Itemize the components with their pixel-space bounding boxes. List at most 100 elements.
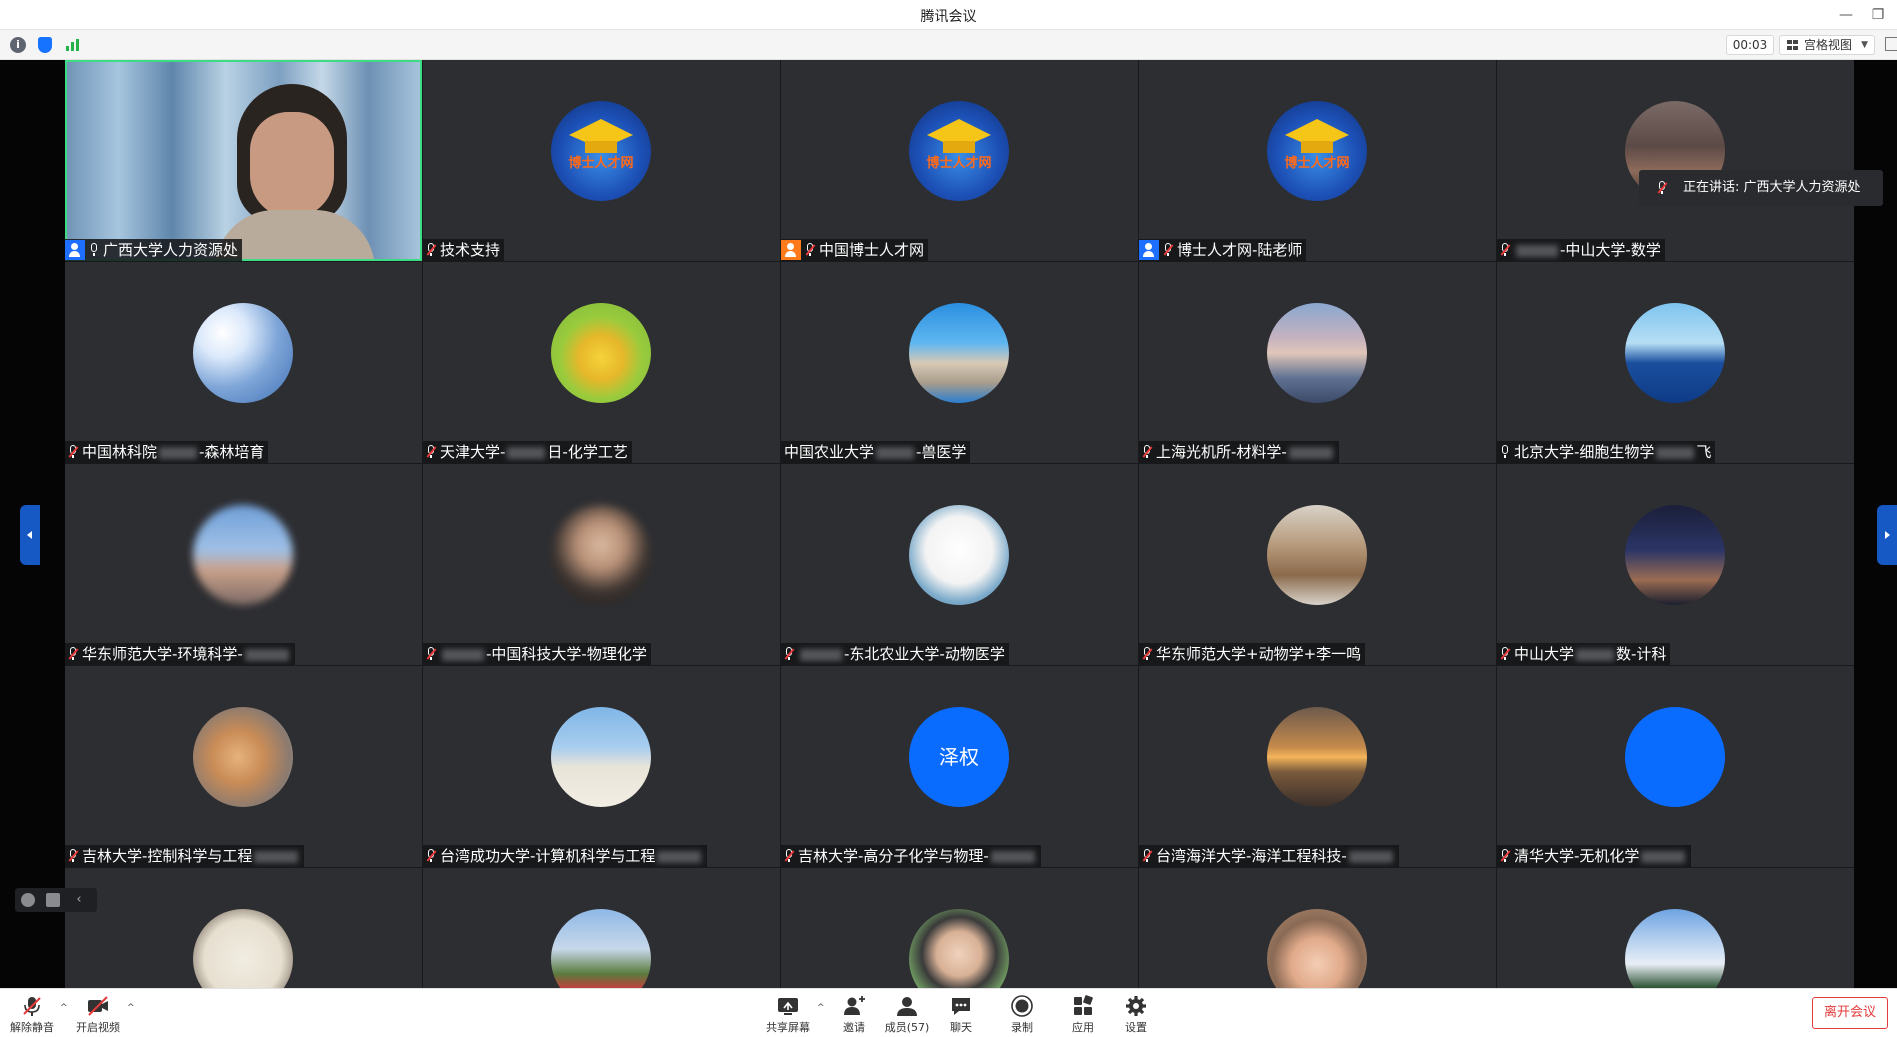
redacted-text [657,850,702,863]
participant-name-tag: 技术支持 [423,239,505,261]
meeting-info-bar: i 00:03 宫格视图 ▼ [0,30,1897,60]
mountain-photo-avatar [1625,909,1725,988]
cloud-sky-photo-avatar [193,303,293,403]
participant-tile[interactable]: 华东师范大学+动物学+李一鸣 [1139,464,1496,665]
share-screen-label: 共享屏幕 [766,1021,810,1034]
baby-photo-avatar [1267,909,1367,988]
unmute-label: 解除静音 [10,1021,54,1034]
record-button[interactable]: 录制 [995,989,1049,1037]
participant-name-tag: 中国博士人才网 [781,239,929,261]
apps-icon [1074,995,1093,1015]
participant-tile[interactable]: 台湾海洋大学-海洋工程科技- [1139,666,1496,867]
share-screen-button[interactable]: 共享屏幕 [761,989,815,1037]
participant-name-suffix: -森林培育 [199,443,265,461]
share-screen-icon [778,998,798,1015]
participant-name-tag: 北京大学-细胞生物学 飞 [1497,441,1716,463]
doctor-talent-logo-avatar: 博士人才网 [909,101,1009,201]
participant-name: 台湾海洋大学-海洋工程科技- [1156,847,1347,865]
participant-tile[interactable]: 广西大学人力资源处 [65,60,422,261]
participant-name-suffix: 数-计科 [1616,645,1667,663]
redacted-text [1288,446,1333,459]
redacted-text [800,648,842,661]
participant-name-tag: 中国林科院 -森林培育 [65,441,269,463]
participant-tile[interactable] [65,868,422,988]
balance-stone-photo-avatar [909,303,1009,403]
participant-tile[interactable]: 上海光机所-材料学- [1139,262,1496,463]
participant-tile[interactable]: 泽权吉林大学-高分子化学与物理- [781,666,1138,867]
participant-tile[interactable]: 北京大学-细胞生物学 飞 [1497,262,1854,463]
participant-tile[interactable]: 中山大学 数-计科 [1497,464,1854,665]
video-options-chevron-icon[interactable]: ^ [127,1003,137,1013]
view-mode-dropdown[interactable]: 宫格视图 ▼ [1779,35,1875,55]
participant-name: 吉林大学-高分子化学与物理- [798,847,989,865]
svg-text:博士人才网: 博士人才网 [1284,155,1349,171]
avatar-initials: 泽权 [939,745,979,769]
participant-name-tag: 天津大学- 日-化学工艺 [423,441,632,463]
participant-tile[interactable]: 中国林科院 -森林培育 [65,262,422,463]
participant-tile[interactable]: 博士人才网 技术支持 [423,60,780,261]
microphone-muted-icon [1500,647,1511,661]
info-icon[interactable]: i [10,37,26,53]
previous-page-button[interactable] [20,505,40,565]
minimize-icon[interactable]: — [1835,4,1857,26]
participant-tile[interactable]: 博士人才网 博士人才网-陆老师 [1139,60,1496,261]
leave-meeting-button[interactable]: 离开会议 [1812,997,1888,1029]
participant-tile[interactable]: -中国科技大学-物理化学 [423,464,780,665]
emoji-icon[interactable] [21,893,35,907]
participant-name: 技术支持 [440,241,501,259]
participant-tile[interactable]: -东北农业大学-动物医学 [781,464,1138,665]
participant-tile[interactable] [423,868,780,988]
signal-icon[interactable] [65,37,81,53]
participant-name: 中国农业大学 [784,443,875,461]
next-page-button[interactable] [1877,505,1897,565]
night-sky-photo-avatar [1625,505,1725,605]
teddy-bear-photo-avatar [1267,505,1367,605]
participant-tile[interactable]: 台湾成功大学-计算机科学与工程 [423,666,780,867]
fullscreen-icon[interactable] [1885,37,1897,51]
participant-tile[interactable]: 吉林大学-控制科学与工程 [65,666,422,867]
chat-bubble-icon[interactable] [46,893,60,907]
cohost-icon [781,240,801,260]
view-mode-label: 宫格视图 [1804,38,1853,52]
participant-name-tag: 华东师范大学+动物学+李一鸣 [1139,643,1366,665]
shield-icon[interactable] [38,37,52,53]
participant-video [65,60,422,261]
participant-name: 吉林大学-控制科学与工程 [82,847,253,865]
camera-off-icon [88,996,108,1016]
participant-tile[interactable]: 天津大学- 日-化学工艺 [423,262,780,463]
participant-tile[interactable] [1139,868,1496,988]
chevron-left-icon[interactable]: ‹ [72,893,86,907]
audio-options-chevron-icon[interactable]: ^ [60,1003,70,1013]
participant-tile[interactable]: 中国农业大学 -兽医学 [781,262,1138,463]
microphone-muted-icon [784,647,795,661]
participant-name-tag: 台湾成功大学-计算机科学与工程 [423,845,708,867]
redacted-text [876,446,915,459]
settings-button[interactable]: 设置 [1109,989,1163,1037]
record-icon [1011,995,1033,1017]
unmute-button[interactable]: 解除静音 [5,989,59,1037]
participant-tile[interactable]: 清华大学-无机化学 [1497,666,1854,867]
microphone-muted-icon [68,445,79,459]
redacted-text [1576,648,1615,661]
chat-button[interactable]: 聊天 [934,989,988,1037]
participant-tile[interactable] [1497,868,1854,988]
participant-name-tag: -东北农业大学-动物医学 [781,643,1009,665]
participant-tile[interactable]: -中山大学-数学 [1497,60,1854,261]
participant-name: -东北农业大学-动物医学 [844,645,1005,663]
start-video-button[interactable]: 开启视频 [71,989,125,1037]
participant-tile[interactable]: 博士人才网中国博士人才网 [781,60,1138,261]
microphone-muted-icon [805,243,816,257]
microphone-muted-icon [23,997,41,1016]
participant-name-tag: 中山大学 数-计科 [1497,643,1671,665]
host-icon [65,240,85,260]
microphone-muted-icon [426,243,437,257]
microphone-muted-icon [1500,243,1511,257]
chevron-down-icon: ▼ [1861,40,1868,50]
participant-tile[interactable]: 华东师范大学-环境科学- [65,464,422,665]
restore-icon[interactable]: ❐ [1867,4,1889,26]
participant-tile[interactable] [781,868,1138,988]
text-avatar-blurred-avatar [1625,707,1725,807]
chat-icon [952,998,970,1015]
host-icon [1139,240,1159,260]
share-options-chevron-icon[interactable]: ^ [817,1003,827,1013]
